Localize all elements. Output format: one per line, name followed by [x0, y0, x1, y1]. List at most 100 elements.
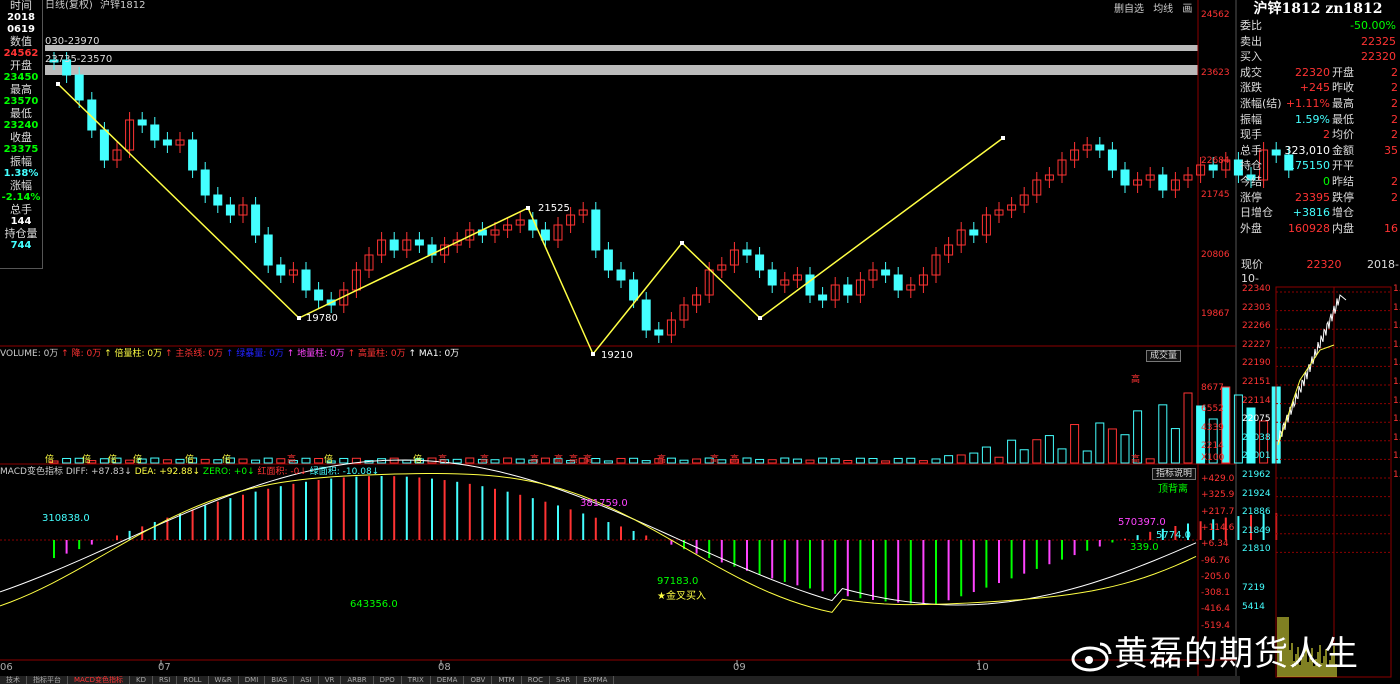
- indicator-tab[interactable]: ROC: [521, 676, 550, 684]
- mini-pct-label: 1.: [1393, 321, 1400, 332]
- candle-body: [969, 229, 979, 236]
- volume-bar: [162, 459, 172, 464]
- candle-body: [603, 249, 613, 271]
- current-price-row: 现价 22320 2018-10-: [1241, 256, 1400, 285]
- indicator-tab[interactable]: DPO: [373, 676, 402, 684]
- mini-pct-label: 1.: [1393, 377, 1400, 387]
- indicator-tab[interactable]: MTM: [492, 676, 522, 684]
- volume-marker: 高: [657, 455, 667, 465]
- quote-value: 22320: [1361, 50, 1396, 64]
- info-label: 数值: [10, 35, 32, 48]
- indicator-help-button[interactable]: 指标说明: [1152, 466, 1197, 480]
- quote-value: 2: [1391, 112, 1398, 126]
- macd-tick-label: +217.7: [1201, 506, 1235, 517]
- top-toolbar: 删自选 均线 画: [1114, 0, 1198, 15]
- candle-body: [1158, 174, 1168, 191]
- volume-bar: [931, 458, 941, 464]
- macd-value-label: 339.0: [1130, 542, 1159, 553]
- volume-marker: 倍: [222, 455, 232, 465]
- indicator-tab[interactable]: OBV: [464, 676, 493, 684]
- volume-bar: [918, 460, 928, 464]
- quote-value: +245: [1299, 81, 1330, 95]
- mini-pct-label: 1.: [1393, 451, 1400, 462]
- macd-legend-item: DEA: +92.88↓: [134, 467, 203, 477]
- volume-bar: [591, 458, 601, 464]
- volume-bar: [490, 459, 500, 464]
- indicator-tab[interactable]: KD: [129, 676, 153, 684]
- date-label: 09: [733, 662, 746, 673]
- remove-favorite-button[interactable]: 删自选: [1114, 4, 1144, 15]
- date-label: 10: [976, 662, 989, 673]
- indicator-tab[interactable]: 指标平台: [27, 676, 68, 684]
- indicator-tab[interactable]: W&R: [208, 676, 239, 684]
- indicator-tab[interactable]: DEMA: [430, 676, 465, 684]
- candle-body: [137, 119, 147, 126]
- volume-marker: 倍: [413, 455, 423, 465]
- volume-marker: 高: [480, 455, 490, 465]
- volume-bar: [1070, 424, 1080, 464]
- volume-marker: 倍: [82, 455, 92, 465]
- indicator-tab[interactable]: ROLL: [177, 676, 209, 684]
- indicator-tab[interactable]: ASI: [294, 676, 319, 684]
- indicator-tab[interactable]: RSI: [152, 676, 178, 684]
- quote-label: 现手: [1240, 128, 1262, 142]
- candle-body: [1107, 149, 1117, 171]
- quote-label: 卖出: [1240, 34, 1262, 48]
- candle-body: [276, 264, 286, 276]
- period-label[interactable]: 日线(复权): [45, 0, 93, 11]
- draw-button[interactable]: 画: [1182, 4, 1192, 15]
- candle-body: [225, 204, 235, 216]
- candle-body: [591, 209, 601, 251]
- candle-body: [881, 269, 891, 276]
- volume-marker: 倍: [324, 455, 334, 465]
- volume-legend-item: ↑ 地量柱: 0万: [286, 349, 348, 359]
- indicator-tab[interactable]: MACD变色指标: [68, 676, 130, 684]
- mini-pct-label: 1.: [1393, 432, 1400, 443]
- indicator-tab[interactable]: BIAS: [265, 676, 295, 684]
- quote-label: 总手: [1240, 143, 1262, 157]
- volume-bar: [1158, 404, 1168, 464]
- indicator-tab[interactable]: EXPMA: [577, 676, 615, 684]
- chart-canvas[interactable]: [0, 0, 1400, 684]
- date-label: 07: [158, 662, 171, 673]
- quote-value: -50.00%: [1350, 19, 1396, 32]
- zigzag-low-label: 19780: [306, 313, 338, 324]
- indicator-tab[interactable]: TRIX: [401, 676, 431, 684]
- mini-pct-label: 1.: [1393, 302, 1400, 313]
- volume-bar: [276, 458, 286, 464]
- indicator-tab[interactable]: ARBR: [341, 676, 374, 684]
- volume-bar: [1057, 448, 1067, 464]
- volume-tick-label: 8677: [1201, 383, 1224, 393]
- indicator-tab[interactable]: SAR: [549, 676, 578, 684]
- volume-bar: [150, 457, 160, 464]
- macd-value-label: 570397.0: [1118, 517, 1166, 528]
- volume-bar: [855, 457, 865, 464]
- indicator-tab[interactable]: 技术: [0, 676, 27, 684]
- volume-legend-item: ↑ 主杀线: 0万: [164, 349, 226, 359]
- indicator-tab-bar: 技术 指标平台 MACD变色指标 KD RSI ROLL W&R DMI BIAS ASI VR AR…: [0, 676, 1240, 684]
- ma-button[interactable]: 均线: [1153, 4, 1173, 15]
- volume-bar: [200, 458, 210, 464]
- mini-tick-label: 21849: [1242, 525, 1271, 536]
- volume-button[interactable]: 成交量: [1146, 348, 1182, 362]
- zigzag-node: [297, 316, 301, 320]
- mini-pct-label: 1.: [1393, 339, 1400, 350]
- mini-tick-label: 21810: [1242, 544, 1271, 555]
- volume-marker: 高: [730, 455, 740, 465]
- candle-body: [99, 129, 109, 161]
- quote-row: 涨跌 +245 昨收 2: [1240, 80, 1400, 95]
- quote-row: 委比 -50.00%: [1240, 18, 1400, 33]
- quote-value: 2: [1323, 128, 1330, 142]
- zigzag-line: [56, 82, 1005, 356]
- quote-value: 23395: [1295, 190, 1330, 204]
- indicator-tab[interactable]: DMI: [238, 676, 266, 684]
- candle-body: [251, 204, 261, 236]
- quote-row: 持仓 175150 开平: [1240, 158, 1400, 173]
- macd-legend-item: 绿面积: -10.08↓: [309, 467, 380, 477]
- zigzag-high-label: 21525: [538, 203, 570, 214]
- macd-value-label: 5774.0: [1156, 530, 1191, 541]
- dea-line: [0, 473, 1197, 613]
- candle-body: [641, 299, 651, 331]
- indicator-tab[interactable]: VR: [318, 676, 342, 684]
- volume-bar: [263, 457, 273, 464]
